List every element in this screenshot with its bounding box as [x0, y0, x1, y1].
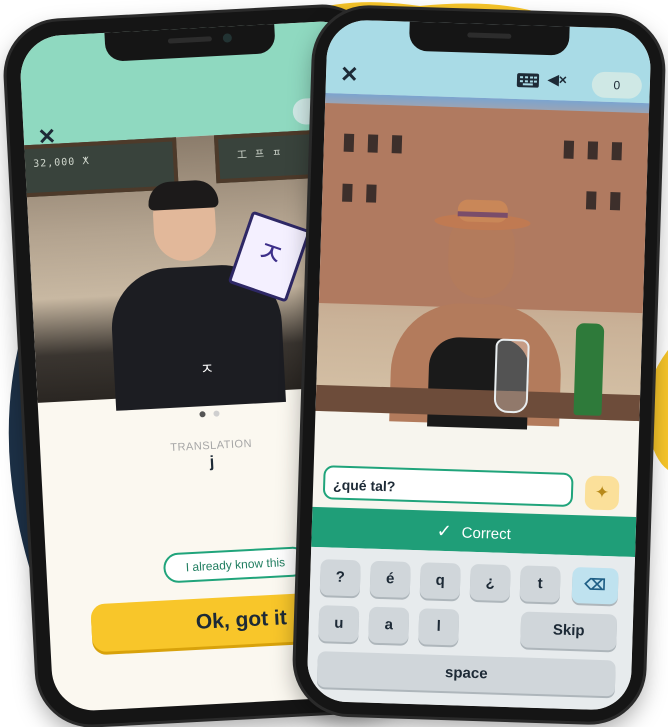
- flashcard-character: ㅈ: [251, 234, 289, 275]
- key-q[interactable]: q: [419, 562, 461, 600]
- skip-button[interactable]: Skip: [520, 611, 618, 651]
- right-phone: ✕ ◀× 0 ¿qué tal? ✦ ✓ Correct ? é q ¿ t ⌫…: [293, 6, 665, 724]
- hat: [434, 199, 531, 231]
- key-question[interactable]: ?: [319, 559, 361, 597]
- key-u[interactable]: u: [318, 605, 360, 643]
- key-inverted-question[interactable]: ¿: [469, 563, 511, 602]
- space-key[interactable]: space: [316, 651, 616, 697]
- page-dot[interactable]: [213, 410, 220, 417]
- already-know-button[interactable]: I already know this: [162, 546, 309, 584]
- magic-wand-icon[interactable]: ✦: [584, 475, 620, 511]
- score-pill: 0: [591, 71, 643, 99]
- lesson-photo: [315, 93, 650, 430]
- mute-icon[interactable]: ◀×: [548, 71, 567, 89]
- answer-input[interactable]: ¿qué tal?: [322, 465, 574, 508]
- page-dot-active[interactable]: [199, 411, 206, 418]
- correct-label: Correct: [461, 524, 512, 544]
- phone-notch: [408, 20, 570, 56]
- checkmark-icon: ✓: [436, 520, 453, 542]
- water-bottle: [573, 323, 605, 416]
- keyboard-icon[interactable]: [516, 73, 540, 88]
- right-screen: ✕ ◀× 0 ¿qué tal? ✦ ✓ Correct ? é q ¿ t ⌫…: [306, 19, 652, 711]
- key-e-acute[interactable]: é: [369, 560, 411, 598]
- close-icon[interactable]: ✕: [340, 61, 359, 87]
- water-glass: [493, 338, 530, 414]
- key-t[interactable]: t: [519, 565, 561, 603]
- key-l[interactable]: l: [418, 608, 460, 646]
- custom-keyboard: ? é q ¿ t ⌫ u a l Skip space: [306, 546, 636, 711]
- backspace-icon[interactable]: ⌫: [571, 567, 619, 605]
- key-a[interactable]: a: [368, 606, 410, 644]
